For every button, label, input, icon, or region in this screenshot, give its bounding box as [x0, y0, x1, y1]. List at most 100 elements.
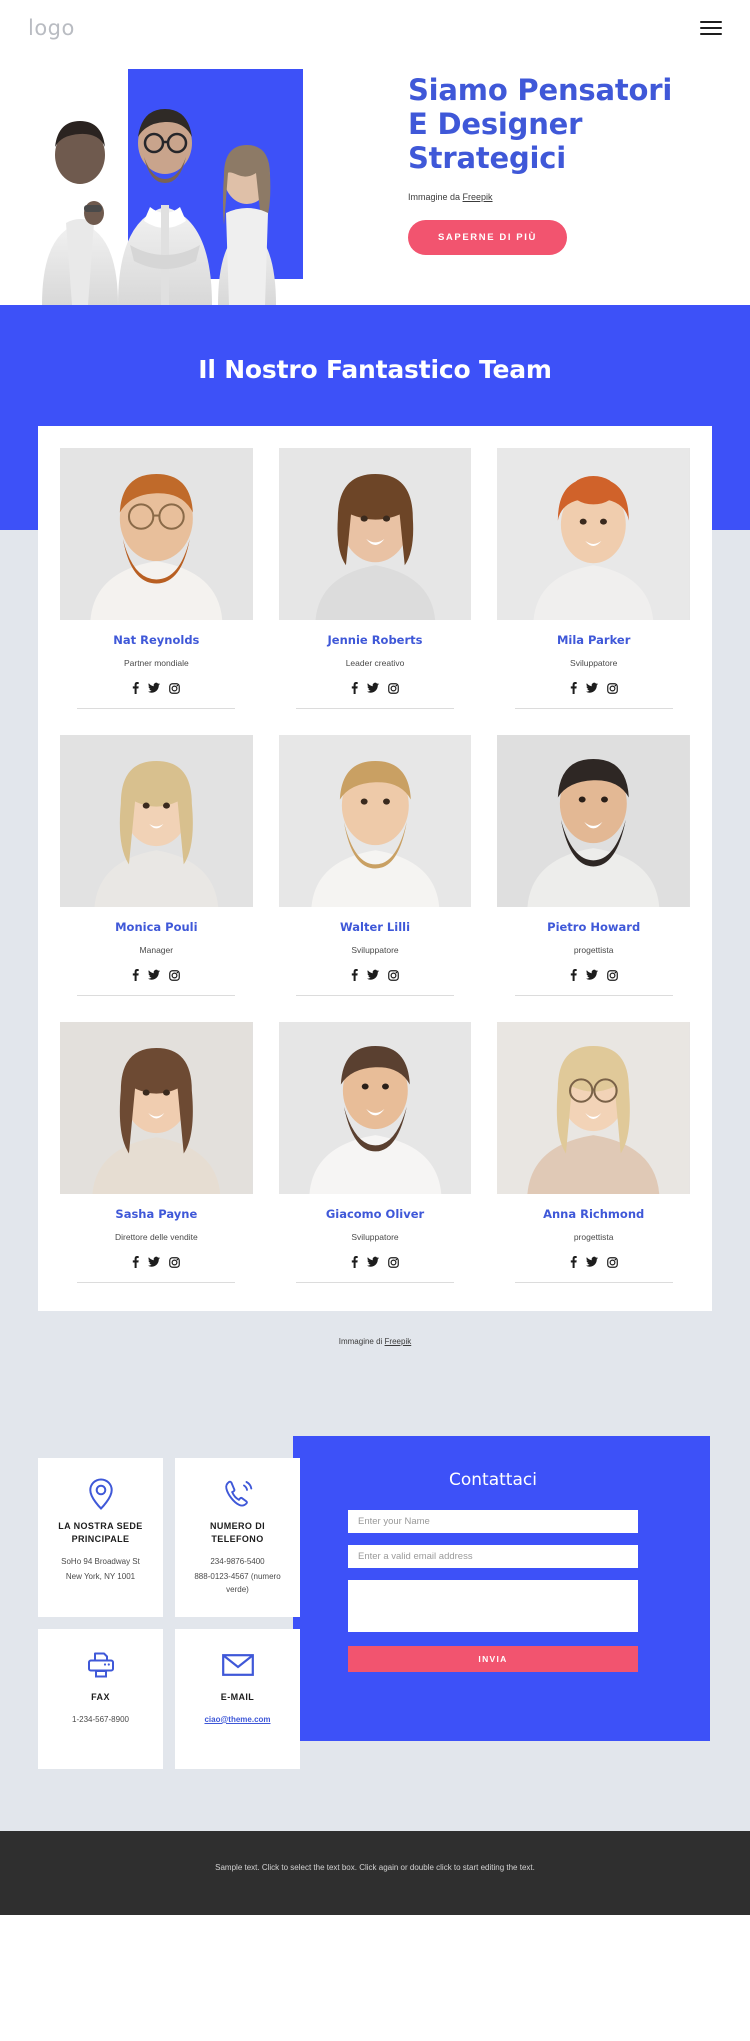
- twitter-icon[interactable]: [585, 1256, 598, 1268]
- submit-button[interactable]: INVIA: [348, 1646, 638, 1672]
- hero-section: Siamo Pensatori E Designer Strategici Im…: [0, 55, 750, 305]
- facebook-icon[interactable]: [351, 969, 358, 981]
- member-social-links: [497, 969, 690, 981]
- twitter-icon[interactable]: [148, 682, 161, 694]
- member-divider: [296, 708, 454, 709]
- hero-credit-prefix: Immagine da: [408, 191, 463, 202]
- contact-card-title: LA NOSTRA SEDE PRINCIPALE: [58, 1521, 143, 1545]
- twitter-icon[interactable]: [585, 682, 598, 694]
- hero-team-photo: [22, 85, 297, 305]
- twitter-icon[interactable]: [367, 682, 379, 694]
- member-photo-svg: [497, 1022, 691, 1194]
- facebook-icon[interactable]: [132, 682, 140, 694]
- member-photo: [497, 735, 691, 907]
- member-photo: [278, 448, 472, 620]
- twitter-icon[interactable]: [367, 1256, 379, 1268]
- twitter-icon[interactable]: [148, 969, 161, 981]
- email-link[interactable]: ciao@theme.com: [204, 1715, 270, 1724]
- member-photo-svg: [497, 735, 691, 907]
- member-divider: [296, 995, 454, 996]
- team-credit-prefix: Immagine di: [338, 1337, 385, 1346]
- member-name: Mila Parker: [556, 633, 631, 647]
- member-role: Leader creativo: [345, 658, 405, 668]
- contact-card-phone: NUMERO DI TELEFONO 234-9876-5400 888-012…: [175, 1458, 300, 1617]
- member-photo-svg: [278, 735, 472, 907]
- member-role: Direttore delle vendite: [114, 1232, 198, 1242]
- member-divider: [77, 995, 236, 996]
- member-divider: [514, 995, 673, 996]
- learn-more-button[interactable]: SAPERNE DI PIÙ: [408, 219, 567, 255]
- member-divider: [514, 1282, 673, 1283]
- hamburger-bar: [700, 32, 722, 35]
- team-section: Il Nostro Fantastico Team Nat Reynolds P…: [0, 305, 750, 1406]
- team-member-card[interactable]: Pietro Howard progettista: [497, 735, 691, 996]
- location-pin-icon: [46, 1476, 155, 1512]
- landing-page: logo Siamo Pensatori E Designer Strategi…: [0, 0, 750, 1916]
- instagram-icon[interactable]: [169, 682, 181, 694]
- contact-card-line: 234-9876-5400: [210, 1557, 265, 1567]
- member-name: Pietro Howard: [547, 920, 641, 934]
- hamburger-icon[interactable]: [700, 17, 722, 39]
- instagram-icon[interactable]: [169, 1256, 181, 1268]
- member-photo-svg: [497, 448, 691, 620]
- team-member-card[interactable]: Monica Pouli Manager: [60, 735, 253, 996]
- team-member-card[interactable]: Mila Parker Sviluppatore: [497, 448, 691, 709]
- member-social-links: [279, 682, 472, 694]
- team-member-card[interactable]: Walter Lilli Sviluppatore: [278, 735, 472, 996]
- team-row: Monica Pouli Manager Walter Lilli Svilup…: [60, 735, 691, 996]
- facebook-icon[interactable]: [351, 1256, 358, 1268]
- instagram-icon[interactable]: [606, 1256, 618, 1268]
- hero-title-line: Strategici: [408, 141, 566, 176]
- member-social-links: [279, 969, 472, 981]
- facebook-icon[interactable]: [570, 682, 577, 694]
- member-photo: [60, 1022, 253, 1194]
- hero-credit-link[interactable]: Freepik: [463, 192, 493, 202]
- facebook-icon[interactable]: [132, 969, 140, 981]
- member-divider: [77, 1282, 236, 1283]
- team-member-card[interactable]: Sasha Payne Direttore delle vendite: [60, 1022, 253, 1283]
- team-member-card[interactable]: Jennie Roberts Leader creativo: [278, 448, 472, 709]
- contact-section: LA NOSTRA SEDE PRINCIPALE SoHo 94 Broadw…: [0, 1406, 750, 1831]
- facebook-icon[interactable]: [570, 1256, 577, 1268]
- team-credit-link[interactable]: Freepik: [385, 1337, 412, 1346]
- hamburger-bar: [700, 26, 722, 29]
- member-divider: [77, 708, 236, 709]
- member-name: Nat Reynolds: [113, 633, 200, 647]
- member-photo: [60, 735, 253, 907]
- instagram-icon[interactable]: [169, 969, 181, 981]
- instagram-icon[interactable]: [606, 969, 618, 981]
- instagram-icon[interactable]: [388, 1256, 399, 1268]
- member-name: Anna Richmond: [543, 1207, 645, 1221]
- member-divider: [514, 708, 673, 709]
- facebook-icon[interactable]: [570, 969, 577, 981]
- twitter-icon[interactable]: [367, 969, 379, 981]
- hamburger-bar: [700, 20, 722, 23]
- team-member-card[interactable]: Anna Richmond progettista: [497, 1022, 691, 1283]
- member-photo: [60, 448, 253, 620]
- team-member-card[interactable]: Giacomo Oliver Sviluppatore: [278, 1022, 472, 1283]
- facebook-icon[interactable]: [132, 1256, 140, 1268]
- footer-text: Sample text. Click to select the text bo…: [215, 1862, 535, 1872]
- contact-card-title: NUMERO DI TELEFONO: [209, 1521, 266, 1545]
- member-social-links: [60, 969, 253, 981]
- email-input[interactable]: [348, 1545, 638, 1568]
- contact-card-fax: FAX 1-234-567-8900: [38, 1628, 163, 1769]
- instagram-icon[interactable]: [388, 682, 399, 694]
- member-name: Giacomo Oliver: [325, 1207, 425, 1221]
- message-textarea[interactable]: [348, 1580, 638, 1632]
- site-header: logo: [0, 0, 750, 55]
- member-photo-svg: [60, 735, 253, 907]
- instagram-icon[interactable]: [606, 682, 618, 694]
- team-member-card[interactable]: Nat Reynolds Partner mondiale: [60, 448, 253, 709]
- facebook-icon[interactable]: [351, 682, 358, 694]
- member-role: Sviluppatore: [351, 945, 399, 955]
- twitter-icon[interactable]: [585, 969, 598, 981]
- member-social-links: [279, 1256, 472, 1268]
- team-row: Sasha Payne Direttore delle vendite Giac…: [60, 1022, 691, 1283]
- instagram-icon[interactable]: [388, 969, 399, 981]
- hero-photo-svg: [42, 109, 276, 305]
- logo[interactable]: logo: [28, 16, 75, 40]
- name-input[interactable]: [348, 1510, 638, 1533]
- member-photo: [278, 1022, 472, 1194]
- twitter-icon[interactable]: [148, 1256, 161, 1268]
